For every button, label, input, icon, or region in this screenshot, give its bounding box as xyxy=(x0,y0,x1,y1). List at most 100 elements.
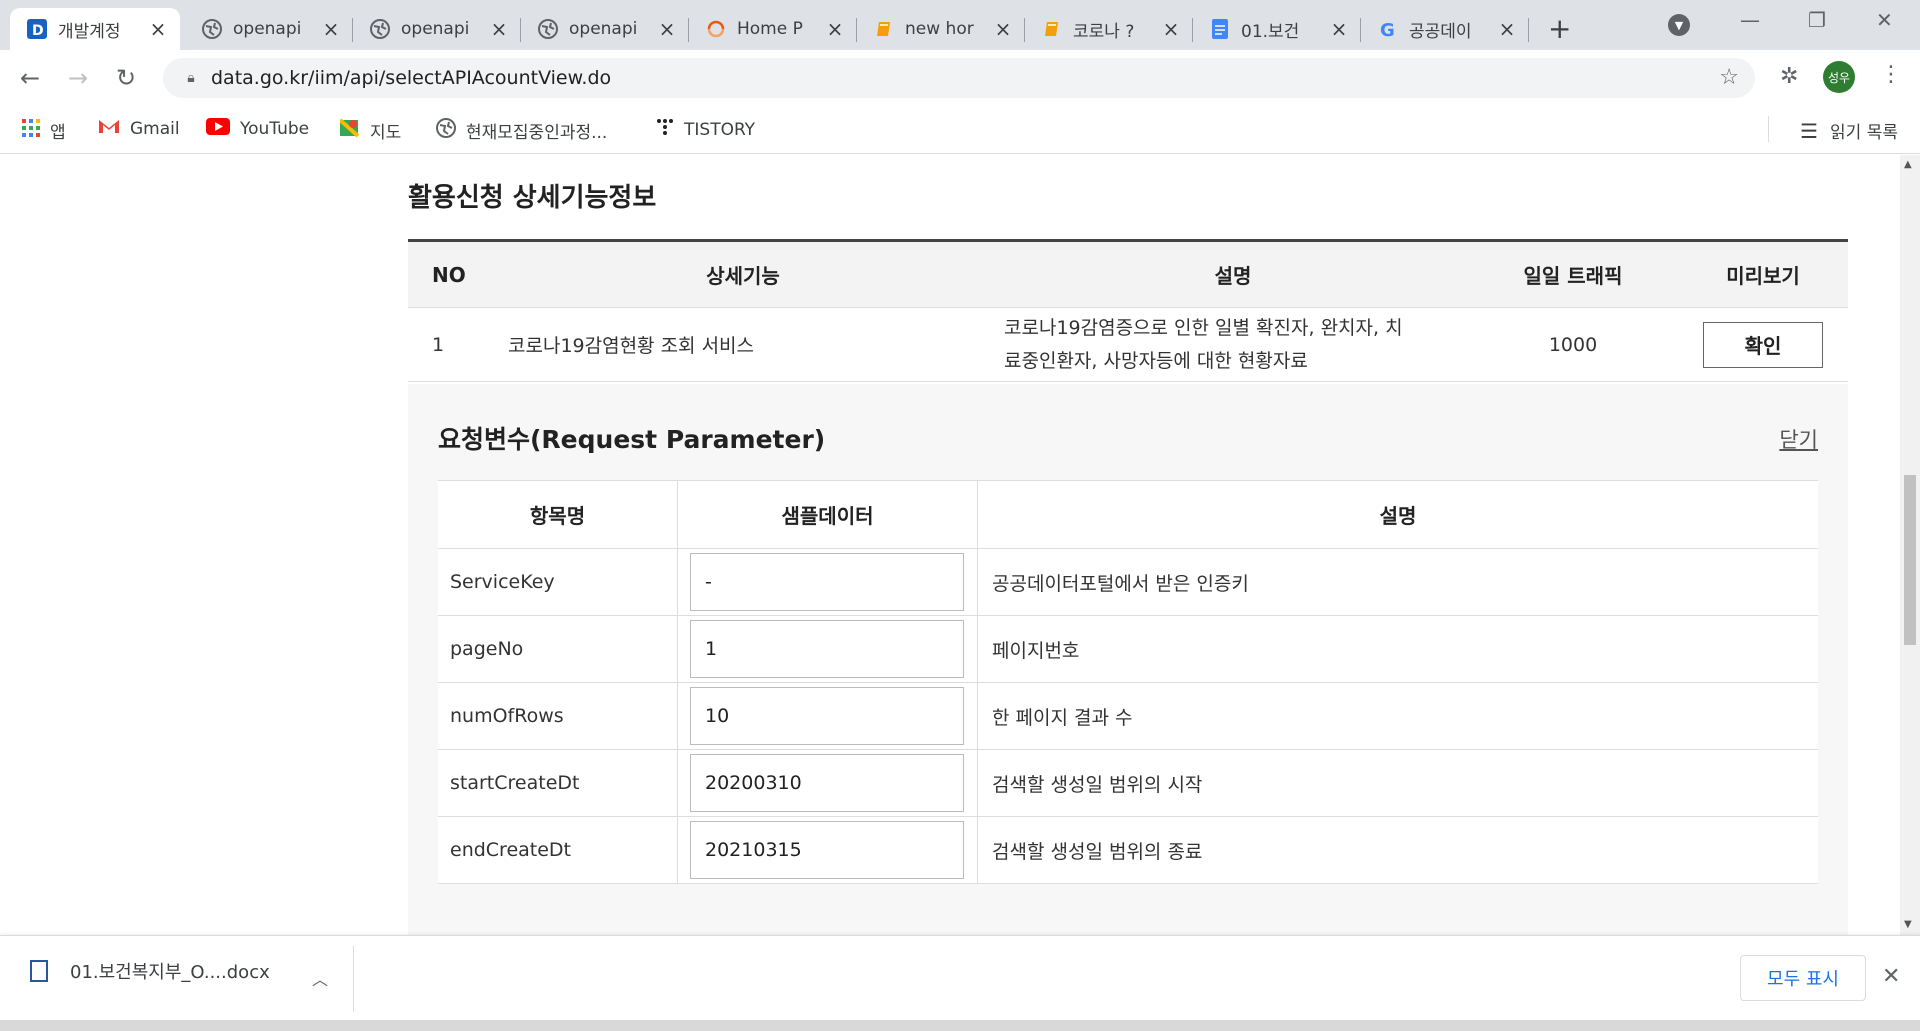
bookmark-tistory[interactable]: TISTORY xyxy=(656,118,755,141)
page-scrollbar[interactable]: ▲ ▼ xyxy=(1900,155,1920,935)
svg-text:G: G xyxy=(1380,20,1395,39)
close-icon[interactable]: × xyxy=(1161,17,1181,41)
bookmark-youtube[interactable]: YouTube xyxy=(206,118,309,140)
close-icon[interactable]: × xyxy=(148,17,168,41)
tab-openapi-2[interactable]: openapi × xyxy=(353,8,521,50)
bookmark-course[interactable]: 현재모집중인과정... xyxy=(436,118,607,143)
table-row: 1 코로나19감염현황 조회 서비스 코로나19감염증으로 인한 일별 확진자,… xyxy=(408,308,1848,382)
parameter-table-header: 항목명 샘플데이터 설명 xyxy=(438,481,1818,549)
google-icon: G xyxy=(1377,18,1399,40)
tab-openapi-3[interactable]: openapi × xyxy=(521,8,689,50)
param-sample-cell xyxy=(678,750,978,816)
close-icon[interactable]: × xyxy=(1497,17,1517,41)
row-func: 코로나19감염현황 조회 서비스 xyxy=(508,335,755,357)
tab-new-home[interactable]: new hor × xyxy=(857,8,1025,50)
menu-icon[interactable]: ⋮ xyxy=(1880,62,1902,87)
globe-icon xyxy=(201,18,223,40)
close-link[interactable]: 닫기 xyxy=(1779,424,1818,454)
scroll-up-icon[interactable]: ▲ xyxy=(1904,159,1912,170)
table-row: numOfRows 한 페이지 결과 수 xyxy=(438,683,1818,750)
bookmark-label: 앱 xyxy=(50,123,66,143)
tab-title: openapi xyxy=(401,19,470,39)
close-icon[interactable]: × xyxy=(825,17,845,41)
tab-doc[interactable]: 01.보건 × xyxy=(1193,8,1361,50)
reload-icon[interactable]: ↻ xyxy=(116,64,136,92)
bookmark-label: 현재모집중인과정... xyxy=(466,123,608,143)
tab-openapi-1[interactable]: openapi × xyxy=(185,8,353,50)
data-portal-icon: D xyxy=(26,18,48,40)
minimize-icon[interactable]: — xyxy=(1740,8,1760,32)
tab-corona[interactable]: 코로나 ? × xyxy=(1025,8,1193,50)
param-sample-cell xyxy=(678,683,978,749)
new-tab-icon[interactable]: + xyxy=(1548,12,1571,45)
param-desc: 한 페이지 결과 수 xyxy=(992,706,1133,729)
window-close-icon[interactable]: ✕ xyxy=(1876,8,1893,32)
reading-list-label: 읽기 목록 xyxy=(1830,123,1898,143)
service-key-input[interactable] xyxy=(690,553,964,611)
chevron-up-icon[interactable]: ︿ xyxy=(312,966,328,990)
back-icon[interactable]: ← xyxy=(20,64,40,92)
end-create-dt-input[interactable] xyxy=(690,821,964,879)
bookmark-label: 지도 xyxy=(370,123,402,143)
param-sample-cell xyxy=(678,817,978,883)
apps-grid-icon xyxy=(22,119,40,142)
request-parameter-title: 요청변수(Request Parameter) xyxy=(438,425,826,454)
start-create-dt-input[interactable] xyxy=(690,754,964,812)
row-preview: 확인 xyxy=(1678,321,1848,368)
bookmark-label: Gmail xyxy=(130,118,180,139)
globe-icon xyxy=(369,18,391,40)
table-row: pageNo 페이지번호 xyxy=(438,616,1818,683)
close-icon[interactable]: × xyxy=(1329,17,1349,41)
col-preview: 미리보기 xyxy=(1726,264,1800,288)
maps-icon xyxy=(338,118,360,143)
num-of-rows-input[interactable] xyxy=(690,687,964,745)
book-icon xyxy=(1041,18,1063,40)
globe-icon xyxy=(537,18,559,40)
bookmark-maps[interactable]: 지도 xyxy=(338,118,402,143)
download-item[interactable]: 01.보건복지부_O....docx xyxy=(30,958,270,984)
close-icon[interactable]: × xyxy=(321,17,341,41)
param-desc: 검색할 생성일 범위의 시작 xyxy=(992,773,1203,796)
confirm-button[interactable]: 확인 xyxy=(1703,321,1823,368)
bookmark-apps[interactable]: 앱 xyxy=(22,118,66,143)
tab-public-data[interactable]: G 공공데이 × xyxy=(1361,8,1529,50)
detail-function-table: NO 상세기능 설명 일일 트래픽 미리보기 1 코로나19감염현황 조회 서비… xyxy=(408,239,1848,382)
tab-title: Home P xyxy=(737,19,803,39)
scroll-down-icon[interactable]: ▼ xyxy=(1904,919,1912,930)
close-icon[interactable]: × xyxy=(657,17,677,41)
tab-search-icon[interactable]: ▼ xyxy=(1668,14,1690,36)
bookmark-star-icon[interactable]: ☆ xyxy=(1719,65,1739,90)
url-text[interactable]: data.go.kr/iim/api/selectAPIAcountView.d… xyxy=(211,67,611,89)
param-desc: 검색할 생성일 범위의 종료 xyxy=(992,840,1203,863)
param-desc: 공공데이터포털에서 받은 인증키 xyxy=(992,572,1249,595)
restore-icon[interactable]: ❐ xyxy=(1808,8,1826,32)
param-name: numOfRows xyxy=(438,683,678,749)
param-desc: 페이지번호 xyxy=(992,639,1080,662)
address-bar[interactable]: 🔒︎ data.go.kr/iim/api/selectAPIAcountVie… xyxy=(163,58,1755,98)
scroll-thumb[interactable] xyxy=(1904,475,1916,645)
forward-icon[interactable]: → xyxy=(68,64,88,92)
page-content: 활용신청 상세기능정보 NO 상세기능 설명 일일 트래픽 미리보기 1 코로나… xyxy=(0,155,1900,935)
avatar[interactable]: 성우 xyxy=(1823,61,1855,93)
parameter-table: 항목명 샘플데이터 설명 ServiceKey 공공데이터포털에서 받은 인증키… xyxy=(438,480,1818,884)
close-icon[interactable]: × xyxy=(993,17,1013,41)
page-no-input[interactable] xyxy=(690,620,964,678)
page-title: 활용신청 상세기능정보 xyxy=(408,183,657,213)
close-icon[interactable]: ✕ xyxy=(1882,964,1900,989)
bottom-strip xyxy=(0,1020,1920,1031)
tab-home[interactable]: Home P × xyxy=(689,8,857,50)
reading-list[interactable]: ☰ 읽기 목록 xyxy=(1800,118,1898,144)
row-no: 1 xyxy=(432,333,445,356)
extensions-icon[interactable]: ✲ xyxy=(1780,64,1798,89)
tab-dev-account[interactable]: D 개발계정 × xyxy=(10,8,180,50)
table-row: endCreateDt 검색할 생성일 범위의 종료 xyxy=(438,817,1818,884)
row-desc-line: 코로나19감염증으로 인한 일별 확진자, 완치자, 치 xyxy=(1004,316,1403,339)
lock-icon[interactable]: 🔒︎ xyxy=(171,70,211,86)
tab-title: openapi xyxy=(233,19,302,39)
bookmark-gmail[interactable]: Gmail xyxy=(98,118,180,139)
book-icon xyxy=(873,18,895,40)
show-all-button[interactable]: 모두 표시 xyxy=(1740,955,1866,1001)
close-icon[interactable]: × xyxy=(489,17,509,41)
row-desc: 코로나19감염증으로 인한 일별 확진자, 완치자, 치 료중인환자, 사망자등… xyxy=(998,312,1468,378)
download-shelf: 01.보건복지부_O....docx ︿ 모두 표시 ✕ xyxy=(0,935,1920,1020)
